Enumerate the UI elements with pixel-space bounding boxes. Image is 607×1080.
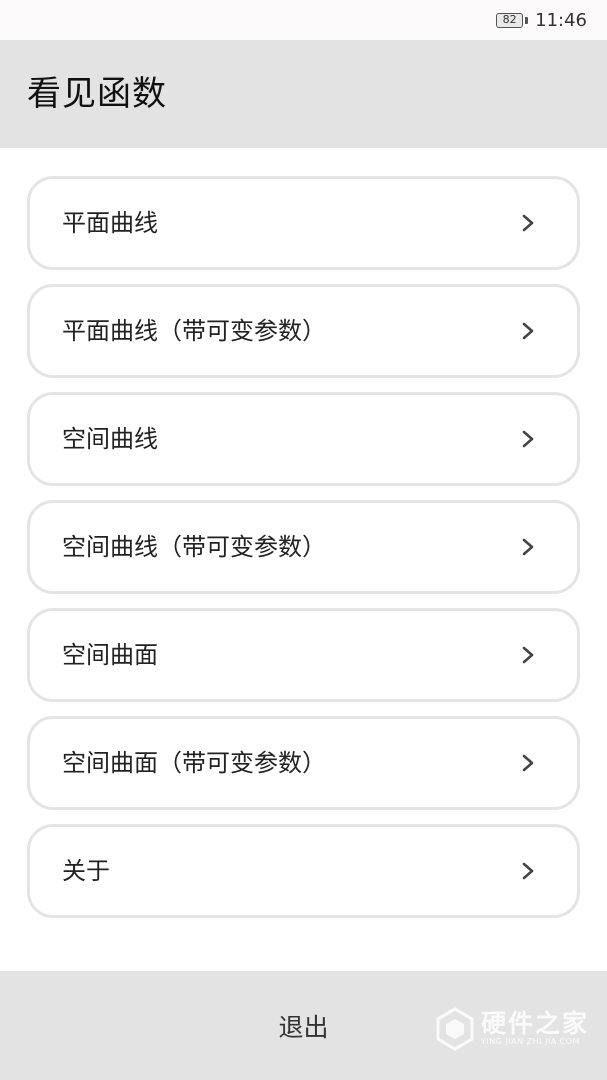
status-bar: 82 11:46	[0, 0, 607, 40]
watermark: 硬件之家 YING JIAN ZHI JIA.COM	[435, 1007, 589, 1051]
menu-item-label: 空间曲线	[62, 425, 158, 453]
watermark-brand: 硬件之家	[480, 1009, 589, 1038]
menu-item-space-curve[interactable]: 空间曲线	[27, 392, 580, 486]
menu-item-label: 平面曲线（带可变参数）	[62, 317, 326, 345]
menu-item-label: 空间曲面（带可变参数）	[62, 749, 326, 777]
chevron-right-icon	[522, 214, 534, 232]
chevron-right-icon	[522, 538, 534, 556]
menu-item-label: 空间曲线（带可变参数）	[62, 533, 326, 561]
exit-button-label: 退出	[278, 1012, 329, 1042]
menu-item-space-surface-param[interactable]: 空间曲面（带可变参数）	[27, 716, 580, 810]
menu-item-space-surface[interactable]: 空间曲面	[27, 608, 580, 702]
watermark-url: YING JIAN ZHI JIA.COM	[480, 1037, 580, 1046]
chevron-right-icon	[522, 322, 534, 340]
battery-level: 82	[502, 12, 517, 26]
menu-item-label: 空间曲面	[62, 641, 158, 669]
menu-item-label: 关于	[62, 857, 110, 885]
watermark-text: 硬件之家 YING JIAN ZHI JIA.COM	[481, 1011, 589, 1047]
status-time: 11:46	[535, 9, 587, 31]
bottom-bar: 退出 硬件之家 YING JIAN ZHI JIA.COM	[0, 971, 607, 1080]
menu-item-plane-curve-param[interactable]: 平面曲线（带可变参数）	[27, 284, 580, 378]
menu-item-space-curve-param[interactable]: 空间曲线（带可变参数）	[27, 500, 580, 594]
chevron-right-icon	[522, 862, 534, 880]
chevron-right-icon	[522, 646, 534, 664]
menu-item-plane-curve[interactable]: 平面曲线	[27, 176, 580, 270]
page-title: 看见函数	[27, 74, 167, 114]
watermark-logo-icon	[436, 1007, 474, 1051]
chevron-right-icon	[522, 754, 534, 772]
menu-list: 平面曲线 平面曲线（带可变参数） 空间曲线 空间曲线（带可变参数） 空间曲面 空…	[27, 176, 580, 932]
menu-item-about[interactable]: 关于	[27, 824, 580, 918]
battery-tip	[525, 16, 529, 24]
app-bar: 看见函数	[0, 40, 607, 148]
battery-icon: 82	[496, 12, 524, 28]
menu-item-label: 平面曲线	[62, 209, 158, 237]
status-indicators: 82 11:46	[496, 9, 587, 31]
chevron-right-icon	[522, 430, 534, 448]
